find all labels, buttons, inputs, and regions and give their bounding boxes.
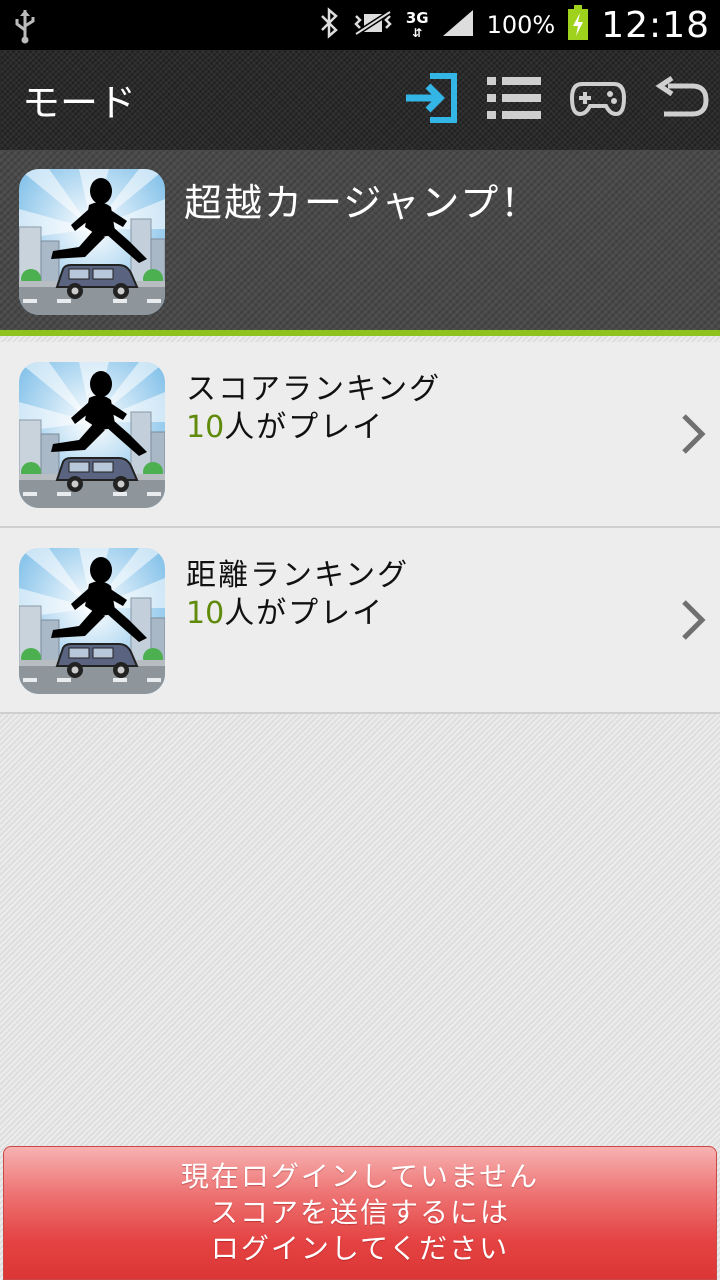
player-count-suffix: 人がプレイ (224, 596, 385, 631)
ranking-row-distance[interactable]: 距離ランキング 10人がプレイ (0, 528, 720, 714)
ranking-thumbnail (19, 362, 165, 508)
banner-line-3: ログインしてください (210, 1232, 510, 1265)
page-title: モード (22, 81, 137, 125)
game-thumbnail (19, 169, 165, 315)
status-bar: 3G ⇵ 100% 12:18 (0, 0, 720, 50)
battery-percent: 100% (486, 11, 556, 39)
player-count: 10人がプレイ (186, 588, 384, 632)
network-type: 3G ⇵ (405, 8, 429, 40)
player-count: 10人がプレイ (186, 402, 384, 446)
game-header: 超越カージャンプ！ (0, 150, 720, 336)
banner-line-2: スコアを送信するには (209, 1196, 510, 1229)
login-required-banner[interactable]: 現在ログインしていません スコアを送信するには ログインしてください (3, 1146, 717, 1280)
chevron-right-icon (680, 598, 706, 646)
bluetooth-icon (318, 7, 340, 43)
vibrate-mute-icon (352, 8, 394, 42)
ranking-thumbnail (19, 548, 165, 694)
chevron-right-icon (680, 412, 706, 460)
action-bar: モード (0, 50, 720, 150)
game-title: 超越カージャンプ！ (184, 181, 541, 225)
player-count-number: 10 (186, 596, 225, 631)
player-count-suffix: 人がプレイ (224, 410, 385, 445)
player-count-number: 10 (186, 410, 225, 445)
list-icon[interactable] (482, 66, 546, 130)
battery-charging-icon (567, 5, 589, 45)
usb-icon (12, 8, 38, 48)
banner-line-1: 現在ログインしていません (180, 1160, 540, 1193)
ranking-row-score[interactable]: スコアランキング 10人がプレイ (0, 342, 720, 528)
gamepad-icon[interactable] (566, 66, 630, 130)
login-icon[interactable] (398, 66, 462, 130)
signal-icon (441, 8, 475, 42)
clock: 12:18 (601, 4, 710, 46)
back-icon[interactable] (650, 66, 714, 130)
